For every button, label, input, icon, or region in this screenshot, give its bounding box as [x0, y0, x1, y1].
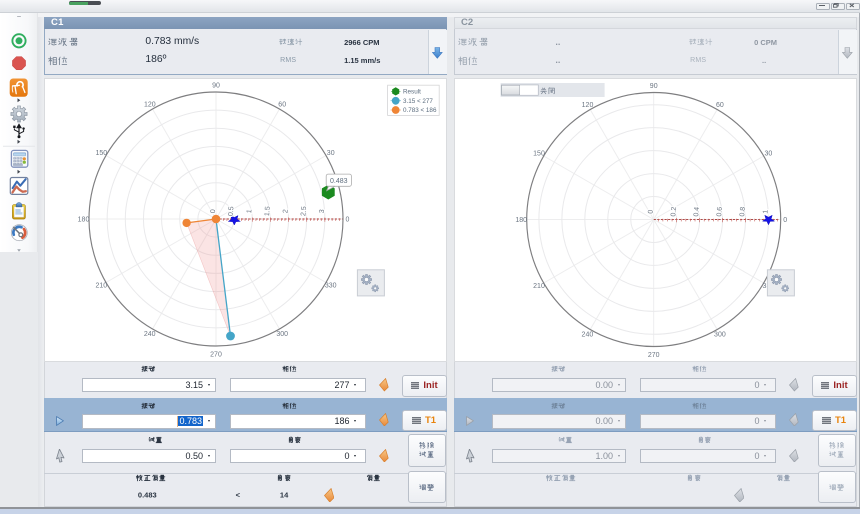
- svg-text:120: 120: [144, 102, 156, 109]
- svg-text:120: 120: [582, 102, 594, 109]
- svg-text:90: 90: [212, 82, 220, 89]
- svg-text:1: 1: [246, 209, 253, 214]
- svg-text:60: 60: [716, 102, 724, 109]
- svg-text:30: 30: [327, 150, 335, 157]
- svg-text:0: 0: [648, 209, 655, 214]
- svg-text:240: 240: [582, 332, 594, 339]
- svg-text:3: 3: [319, 209, 326, 214]
- svg-text:0: 0: [346, 216, 350, 223]
- svg-text:300: 300: [714, 332, 726, 339]
- svg-text:210: 210: [533, 283, 545, 290]
- svg-text:180: 180: [515, 217, 527, 224]
- svg-text:300: 300: [276, 331, 288, 338]
- svg-text:0.6: 0.6: [716, 207, 724, 217]
- svg-text:0.483: 0.483: [330, 178, 348, 185]
- svg-text:30: 30: [765, 151, 773, 158]
- svg-text:0.8: 0.8: [739, 207, 747, 217]
- svg-text:0.4: 0.4: [693, 207, 701, 217]
- svg-text:0.2: 0.2: [670, 207, 678, 217]
- svg-text:240: 240: [144, 331, 156, 338]
- svg-text:2.5: 2.5: [300, 206, 308, 216]
- svg-text:180: 180: [78, 216, 90, 223]
- svg-text:210: 210: [95, 283, 107, 290]
- svg-text:150: 150: [95, 150, 107, 157]
- svg-text:270: 270: [210, 351, 222, 358]
- svg-text:Result: Result: [403, 89, 421, 96]
- svg-text:150: 150: [533, 151, 545, 158]
- svg-text:1: 1: [762, 209, 769, 214]
- svg-text:1.5: 1.5: [264, 206, 272, 216]
- svg-text:270: 270: [648, 352, 660, 359]
- svg-text:60: 60: [278, 102, 286, 109]
- svg-text:2: 2: [282, 209, 289, 214]
- svg-text:0.783 < 186: 0.783 < 186: [403, 107, 437, 114]
- svg-text:90: 90: [650, 83, 658, 90]
- svg-text:0: 0: [783, 217, 787, 224]
- svg-text:0: 0: [210, 209, 217, 214]
- svg-text:0.5: 0.5: [228, 206, 236, 216]
- svg-text:330: 330: [325, 283, 337, 290]
- svg-text:3.15 < 277: 3.15 < 277: [403, 98, 433, 105]
